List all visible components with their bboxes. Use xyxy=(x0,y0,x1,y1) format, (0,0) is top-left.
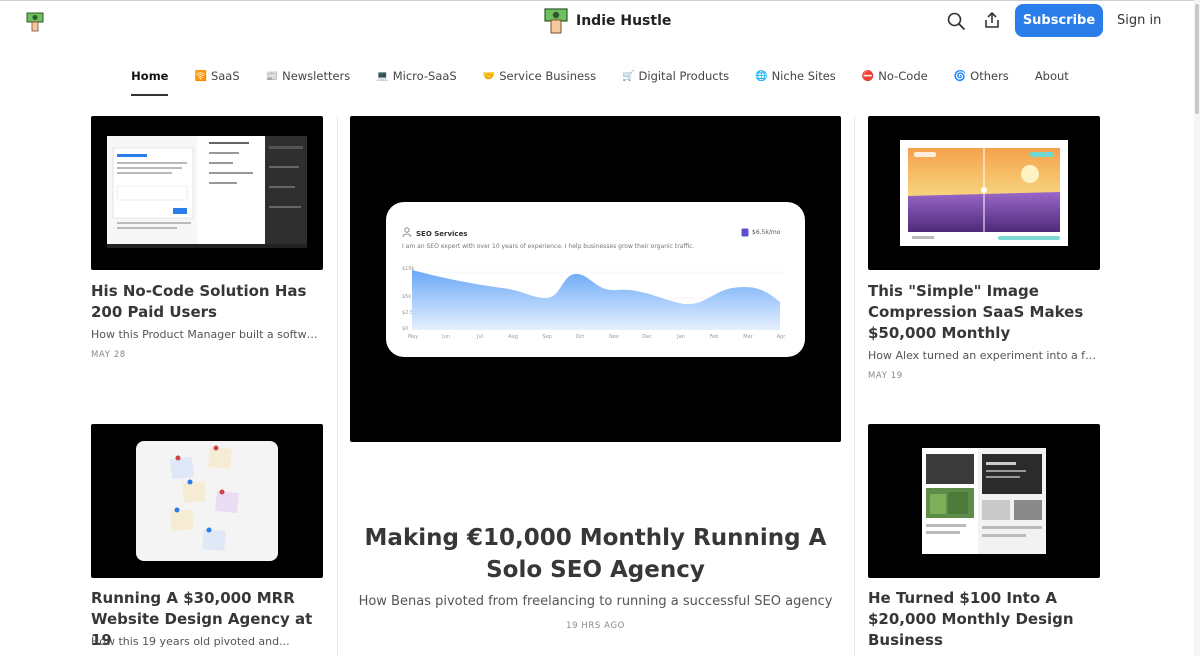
swirl-icon: 🌀 xyxy=(953,70,967,82)
nav-item-label: Others xyxy=(970,69,1009,83)
nav-item-label: Micro-SaaS xyxy=(392,69,457,83)
hero-post-image[interactable]: SEO Services I am an SEO expert with ove… xyxy=(350,116,841,442)
post-subtitle: How Alex turned an experiment into a ful… xyxy=(868,349,1100,362)
brand[interactable]: Indie Hustle xyxy=(542,7,671,35)
chart-x-tick: Nov xyxy=(609,334,619,340)
post-date: MAY 28 xyxy=(91,350,126,360)
app-screenshot-image xyxy=(107,136,307,248)
cart-icon: 🛒 xyxy=(622,70,635,82)
nav-item-label: Niche Sites xyxy=(771,69,836,83)
post-title[interactable]: He Turned $100 Into A $20,000 Monthly De… xyxy=(868,588,1100,651)
post-image-right-top[interactable] xyxy=(868,116,1100,270)
category-nav: Home 🛜 SaaS 📰 Newsletters 💻 Micro-SaaS 🤝… xyxy=(0,62,1200,96)
post-image-left-top[interactable] xyxy=(91,116,323,270)
post-image-left-bottom[interactable] xyxy=(91,424,323,578)
seo-price: $6.5k/mo xyxy=(752,229,781,236)
lavender-field-image xyxy=(900,140,1068,246)
signin-button[interactable]: Sign in xyxy=(1117,10,1161,30)
post-date: MAY 19 xyxy=(868,371,903,381)
globe-icon: 🌐 xyxy=(755,70,768,82)
nav-item-home[interactable]: Home xyxy=(118,62,181,96)
laptop-icon: 💻 xyxy=(376,70,389,82)
chart-x-tick: Jul xyxy=(476,334,484,340)
chart-x-tick: Sep xyxy=(542,334,552,340)
nav-item-label: Home xyxy=(131,69,169,83)
post-subtitle: How this 19 years old pivoted and... xyxy=(91,635,290,648)
nav-item-no-code[interactable]: ⛔ No-Code xyxy=(849,62,941,90)
logo-icon[interactable] xyxy=(24,11,46,33)
nav-item-digital-products[interactable]: 🛒 Digital Products xyxy=(609,62,742,90)
nav-item-label: Digital Products xyxy=(638,69,730,83)
nav-item-label: SaaS xyxy=(210,69,240,83)
price-tag-icon xyxy=(741,228,749,237)
post-title[interactable]: His No-Code Solution Has 200 Paid Users xyxy=(91,281,326,323)
column-divider xyxy=(337,116,338,656)
chart-y-tick: $0 xyxy=(402,326,409,332)
top-bar: Indie Hustle Subscribe Sign in xyxy=(0,0,1200,40)
nav-item-micro-saas[interactable]: 💻 Micro-SaaS xyxy=(363,62,469,90)
chart-x-tick: Mar xyxy=(743,334,753,340)
nav-item-about[interactable]: About xyxy=(1022,62,1082,90)
nav-item-niche-sites[interactable]: 🌐 Niche Sites xyxy=(742,62,849,90)
hero-post-date: 19 HRS AGO xyxy=(566,621,625,631)
chart-x-tick: May xyxy=(407,334,419,340)
brand-name: Indie Hustle xyxy=(576,13,672,29)
post-subtitle: How this Product Manager built a softwar… xyxy=(91,328,323,341)
wifi-icon: 🛜 xyxy=(194,70,207,82)
hero-post-title[interactable]: Making €10,000 Monthly Running A Solo SE… xyxy=(350,522,841,586)
share-icon[interactable] xyxy=(982,10,1002,30)
nav-item-service-business[interactable]: 🤝 Service Business xyxy=(470,62,609,90)
brand-logo-icon xyxy=(544,8,568,34)
column-divider xyxy=(854,116,855,656)
chart-x-tick: Dec xyxy=(642,334,652,340)
hero-post-subtitle: How Benas pivoted from freelancing to ru… xyxy=(358,594,833,609)
nav-item-newsletters[interactable]: 📰 Newsletters xyxy=(253,62,364,90)
nav-item-label: About xyxy=(1034,69,1069,83)
chart-x-tick: Feb xyxy=(709,334,719,340)
chart-x-tick: Aug xyxy=(508,334,518,340)
nav-item-label: Service Business xyxy=(499,69,597,83)
newspaper-icon: 📰 xyxy=(265,70,279,82)
subscribe-button[interactable]: Subscribe xyxy=(1015,4,1103,37)
user-icon xyxy=(402,227,412,237)
nav-item-saas[interactable]: 🛜 SaaS xyxy=(181,62,252,90)
chart-x-tick: Jan xyxy=(677,334,685,340)
seo-services-card: SEO Services I am an SEO expert with ove… xyxy=(386,202,805,357)
chart-x-tick: Jun xyxy=(442,334,450,340)
seo-description: I am an SEO expert with over 10 years of… xyxy=(402,243,695,250)
no-entry-icon: ⛔ xyxy=(861,70,875,82)
nav-item-label: No-Code xyxy=(878,69,928,83)
post-title[interactable]: This "Simple" Image Compression SaaS Mak… xyxy=(868,281,1100,344)
traffic-area-chart xyxy=(412,270,784,330)
chart-x-tick: Oct xyxy=(575,334,585,340)
chart-y-tick: $5k xyxy=(402,294,412,300)
website-mockup-image xyxy=(922,448,1046,554)
chart-x-tick: Apr xyxy=(776,334,786,340)
nav-item-others[interactable]: 🌀 Others xyxy=(941,62,1022,90)
nav-item-label: Newsletters xyxy=(282,69,351,83)
handshake-icon: 🤝 xyxy=(482,70,496,82)
sticky-notes-image xyxy=(136,441,278,561)
scrollbar-thumb[interactable] xyxy=(1195,4,1199,114)
post-image-right-bottom[interactable] xyxy=(868,424,1100,578)
search-icon[interactable] xyxy=(946,11,966,31)
seo-label: SEO Services xyxy=(416,230,468,238)
